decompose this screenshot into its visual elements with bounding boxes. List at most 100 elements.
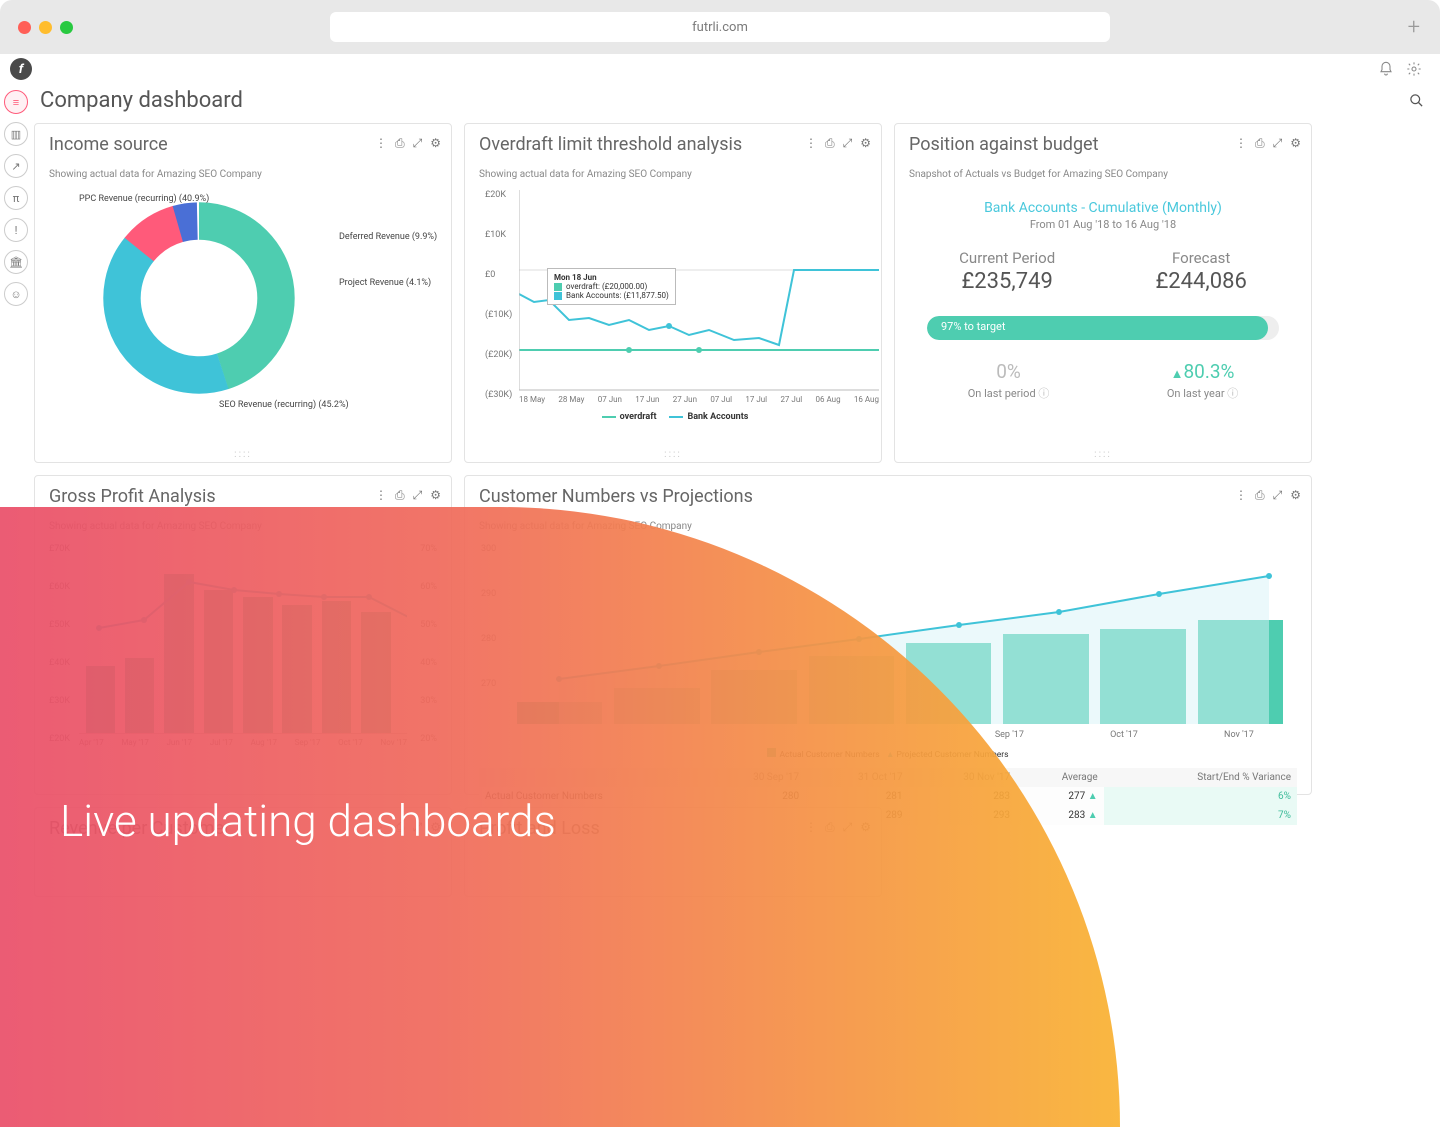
sidebar-item-alerts[interactable]: ! (4, 218, 28, 242)
xtick: May '17 (121, 738, 148, 747)
new-tab-icon[interactable]: + (1408, 15, 1420, 40)
pi-icon: π (13, 192, 20, 205)
expand-icon[interactable]: ⤢ (413, 820, 423, 835)
donut-label-deferred: Deferred Revenue (9.9%) (339, 232, 437, 242)
card-menu-icon[interactable]: ⋮ (375, 488, 387, 503)
legend-item: overdraft (620, 412, 657, 422)
budget-date-range: From 01 Aug '18 to 16 Aug '18 (909, 218, 1297, 231)
settings-gear-icon[interactable] (1406, 61, 1422, 77)
card-revenue-per-customer: Revenue per Customer ⋮ ⎙ ⤢ ⚙ (34, 807, 452, 897)
ytick: 20% (420, 734, 437, 744)
card-gross-profit: Gross Profit Analysis ⋮ ⎙ ⤢ ⚙ Showing ac… (34, 475, 452, 795)
search-icon[interactable] (1409, 93, 1424, 108)
card-settings-icon[interactable]: ⚙ (860, 820, 871, 835)
print-icon[interactable]: ⎙ (395, 488, 405, 503)
ytick: £60K (49, 582, 70, 592)
resize-handle-icon[interactable]: :::: (1094, 449, 1112, 460)
expand-icon[interactable]: ⤢ (413, 136, 423, 151)
print-icon[interactable]: ⎙ (1255, 136, 1265, 151)
gross-profit-chart: £70K £60K £50K £40K £30K £20K 70% 60% 50… (79, 544, 407, 734)
ytick: 50% (420, 620, 437, 630)
ytick: 290 (481, 589, 496, 599)
tooltip-row: Bank Accounts: (£11,877.50) (566, 291, 669, 300)
cell: 6% (1104, 787, 1297, 806)
card-title: Customer Numbers vs Projections (479, 486, 1297, 507)
sidebar-item-dashboard[interactable]: ≡ (4, 90, 28, 114)
card-subtitle: Showing actual data for Amazing SEO Comp… (479, 169, 867, 180)
print-icon[interactable]: ⎙ (395, 136, 405, 151)
xtick: Jul '17 (210, 738, 233, 747)
sidebar-item-reports[interactable]: ▥ (4, 122, 28, 146)
projection-line (509, 544, 1287, 724)
app-logo-icon[interactable]: f (10, 58, 32, 80)
xtick: 07 Jun (598, 395, 622, 404)
ytick: £20K (49, 734, 70, 744)
info-icon[interactable]: ⓘ (1227, 387, 1238, 400)
resize-handle-icon[interactable]: :::: (664, 449, 682, 460)
expand-icon[interactable]: ⤢ (1273, 136, 1283, 151)
xtick: Aug '17 (251, 738, 277, 747)
tooltip-date: Mon 18 Jun (554, 273, 669, 282)
expand-icon[interactable]: ⤢ (843, 820, 853, 835)
sidebar-item-users[interactable]: ☺ (4, 282, 28, 306)
trend-icon: ↗ (11, 160, 20, 173)
xtick: Sep '17 (995, 730, 1024, 740)
card-income-source: Income source ⋮ ⎙ ⤢ ⚙ Showing actual dat… (34, 123, 452, 463)
expand-icon[interactable]: ⤢ (1273, 488, 1283, 503)
resize-handle-icon[interactable]: :::: (234, 449, 252, 460)
address-bar[interactable]: futrli.com (330, 12, 1110, 42)
chart-legend: overdraft Bank Accounts (479, 412, 867, 422)
browser-chrome: futrli.com + (0, 0, 1440, 54)
ytick: £40K (49, 658, 70, 668)
card-subtitle: Snapshot of Actuals vs Budget for Amazin… (909, 169, 1297, 180)
tooltip-row: overdraft: (£20,000.00) (566, 282, 647, 291)
chart-legend: Actual Customer Numbers ▲ Projected Cust… (479, 748, 1297, 760)
legend-item: Projected Customer Numbers (896, 750, 1008, 760)
ytick: 40% (420, 658, 437, 668)
xtick: Oct '17 (1110, 730, 1138, 740)
triangle-up-icon: ▲ (1171, 367, 1184, 382)
progress-bar: 97% to target (927, 316, 1279, 340)
notifications-icon[interactable] (1378, 61, 1394, 77)
card-settings-icon[interactable]: ⚙ (860, 136, 871, 151)
expand-icon[interactable]: ⤢ (413, 488, 423, 503)
card-settings-icon[interactable]: ⚙ (430, 488, 441, 503)
card-menu-icon[interactable]: ⋮ (1235, 136, 1247, 151)
card-settings-icon[interactable]: ⚙ (1290, 488, 1301, 503)
current-period-value: £235,749 (959, 269, 1055, 294)
maximize-window-icon[interactable] (60, 21, 73, 34)
info-icon[interactable]: ⓘ (1038, 387, 1049, 400)
close-window-icon[interactable] (18, 21, 31, 34)
card-subtitle: Showing actual data for Amazing SEO Comp… (479, 521, 1297, 532)
card-settings-icon[interactable]: ⚙ (430, 820, 441, 835)
legend-item: Actual Customer Numbers (779, 750, 879, 760)
stat-last-period-pct: 0% (968, 360, 1050, 383)
cell: 283 (909, 787, 1017, 806)
expand-icon[interactable]: ⤢ (843, 136, 853, 151)
cell: 7% (1104, 806, 1297, 825)
xtick: 17 Jun (635, 395, 659, 404)
sidebar-item-trends[interactable]: ↗ (4, 154, 28, 178)
card-customer-numbers: Customer Numbers vs Projections ⋮ ⎙ ⤢ ⚙ … (464, 475, 1312, 795)
card-settings-icon[interactable]: ⚙ (1290, 136, 1301, 151)
card-subtitle: Showing actual data for Amazing SEO Comp… (49, 521, 437, 532)
xtick: 07 Jul (710, 395, 732, 404)
print-icon[interactable]: ⎙ (825, 136, 835, 151)
minimize-window-icon[interactable] (39, 21, 52, 34)
card-menu-icon[interactable]: ⋮ (805, 136, 817, 151)
sidebar-item-formulas[interactable]: π (4, 186, 28, 210)
print-icon[interactable]: ⎙ (1255, 488, 1265, 503)
ytick: 270 (481, 679, 496, 689)
print-icon[interactable]: ⎙ (395, 820, 405, 835)
card-menu-icon[interactable]: ⋮ (375, 820, 387, 835)
card-menu-icon[interactable]: ⋮ (805, 820, 817, 835)
sidebar-item-bank[interactable]: 🏛 (4, 250, 28, 274)
page-header: Company dashboard (34, 84, 1430, 123)
card-menu-icon[interactable]: ⋮ (375, 136, 387, 151)
ytick: 300 (481, 544, 496, 554)
print-icon[interactable]: ⎙ (825, 820, 835, 835)
xtick: 06 Aug (816, 395, 841, 404)
card-settings-icon[interactable]: ⚙ (430, 136, 441, 151)
user-icon: ☺ (10, 288, 21, 301)
card-menu-icon[interactable]: ⋮ (1235, 488, 1247, 503)
